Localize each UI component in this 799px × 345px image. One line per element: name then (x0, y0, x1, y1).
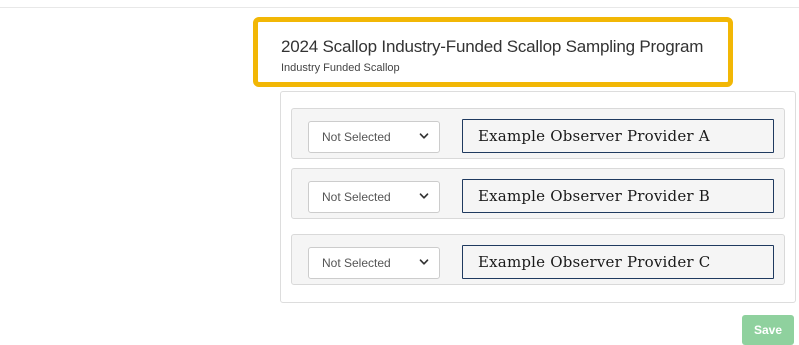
provider-b-name-box: Example Observer Provider B (462, 179, 774, 213)
provider-a-select[interactable]: Not Selected (308, 121, 440, 153)
provider-row-a: Not Selected Example Observer Provider A (291, 108, 785, 159)
provider-b-select-value: Not Selected (322, 190, 391, 204)
provider-c-name-box: Example Observer Provider C (462, 245, 774, 279)
program-header-highlight: 2024 Scallop Industry-Funded Scallop Sam… (253, 17, 733, 87)
provider-c-select[interactable]: Not Selected (308, 247, 440, 279)
page: 2024 Scallop Industry-Funded Scallop Sam… (0, 0, 799, 345)
save-button[interactable]: Save (742, 315, 794, 345)
providers-panel: Not Selected Example Observer Provider A… (280, 91, 796, 303)
top-divider (0, 7, 799, 8)
provider-b-name: Example Observer Provider B (478, 187, 710, 205)
chevron-down-icon (419, 193, 429, 199)
provider-b-select[interactable]: Not Selected (308, 181, 440, 213)
provider-a-name-box: Example Observer Provider A (462, 119, 774, 153)
program-subtitle: Industry Funded Scallop (281, 62, 400, 74)
chevron-down-icon (419, 259, 429, 265)
provider-a-select-value: Not Selected (322, 130, 391, 144)
provider-c-select-value: Not Selected (322, 256, 391, 270)
provider-row-b: Not Selected Example Observer Provider B (291, 168, 785, 219)
provider-a-name: Example Observer Provider A (478, 127, 710, 145)
program-title: 2024 Scallop Industry-Funded Scallop Sam… (281, 37, 704, 56)
provider-row-c: Not Selected Example Observer Provider C (291, 234, 785, 285)
chevron-down-icon (419, 133, 429, 139)
provider-c-name: Example Observer Provider C (478, 253, 711, 271)
